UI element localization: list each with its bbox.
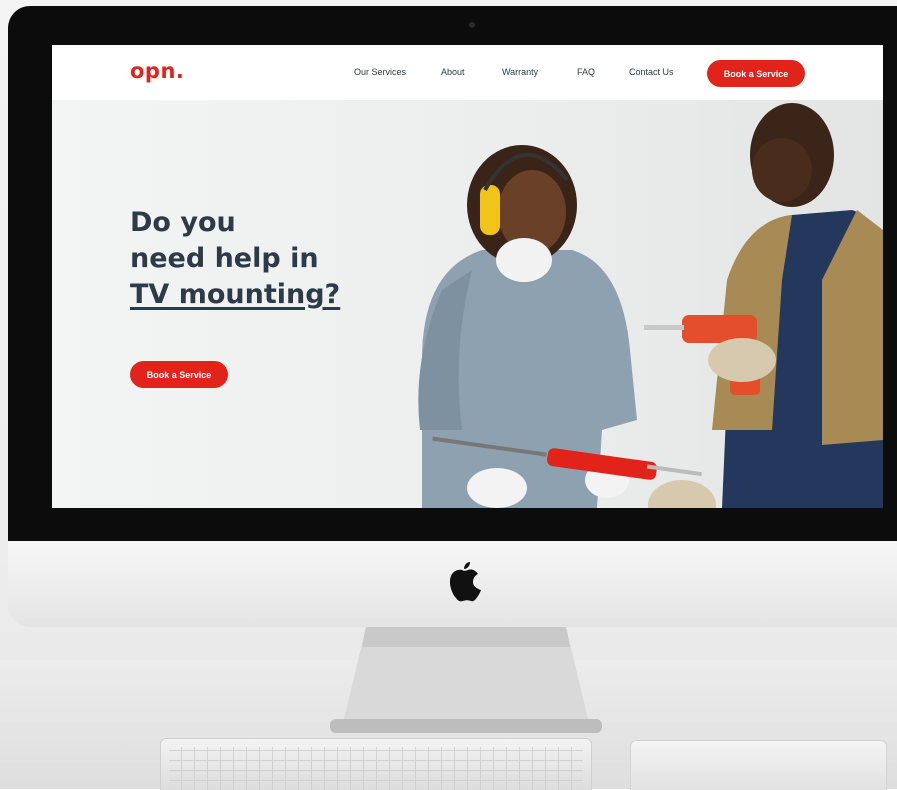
nav-link-warranty[interactable]: Warranty (502, 67, 538, 77)
man-figure (644, 103, 883, 508)
hero-headline: Do you need help in TV mounting? (130, 205, 340, 313)
nav-link-faq[interactable]: FAQ (577, 67, 595, 77)
nav-link-our-services[interactable]: Our Services (354, 67, 406, 77)
nav-link-contact-us[interactable]: Contact Us (629, 67, 674, 77)
keyboard (160, 738, 592, 790)
keyboard-keys (169, 747, 583, 790)
book-service-nav-button[interactable]: Book a Service (707, 60, 805, 87)
book-service-hero-button[interactable]: Book a Service (130, 361, 228, 388)
imac-stand (330, 627, 602, 733)
hero-headline-line-3: TV mounting? (130, 279, 341, 310)
hero-headline-line-1: Do you (130, 207, 236, 238)
website-screen: opn. Our Services About Warranty FAQ Con… (52, 45, 883, 508)
hero-headline-line-2: need help in (130, 243, 319, 274)
nav-link-about[interactable]: About (441, 67, 465, 77)
hero-photo (418, 103, 883, 508)
site-logo[interactable]: opn. (130, 59, 184, 83)
navigation-bar: opn. Our Services About Warranty FAQ Con… (52, 45, 883, 100)
apple-logo-icon (449, 562, 481, 602)
camera-icon (469, 22, 475, 28)
trackpad (630, 740, 887, 790)
